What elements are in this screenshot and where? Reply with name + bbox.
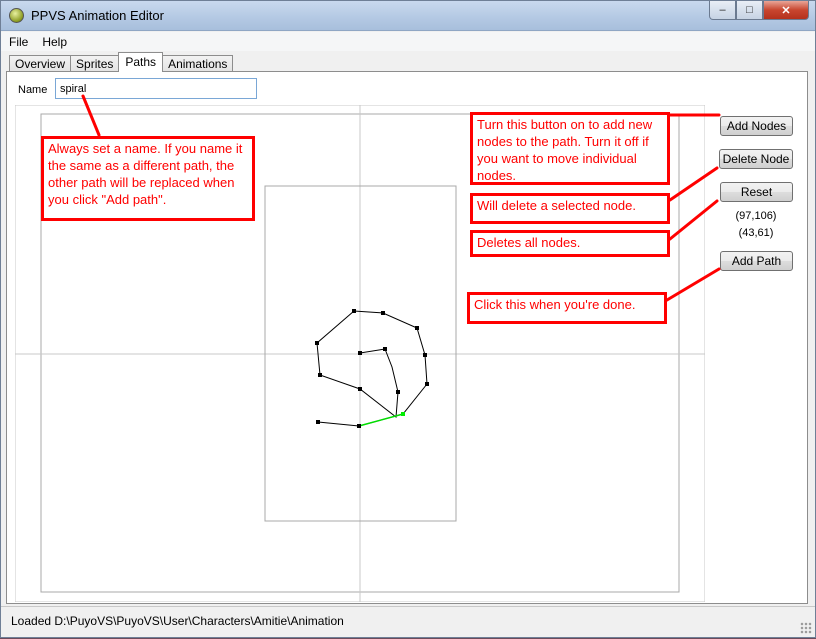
add-path-button[interactable]: Add Path (720, 251, 793, 271)
window-controls: – □ ✕ (709, 1, 809, 21)
tab-overview[interactable]: Overview (9, 55, 72, 72)
delete-node-button[interactable]: Delete Node (719, 149, 793, 169)
maximize-button[interactable]: □ (736, 1, 763, 20)
annotation-name: Always set a name. If you name it the sa… (41, 136, 255, 221)
annotation-add-path-text: Click this when you're done. (470, 295, 664, 321)
annotation-name-text: Always set a name. If you name it the sa… (44, 139, 252, 218)
menu-bar: File Help (1, 32, 815, 51)
coordinate-readout-1: (97,106) (735, 210, 777, 222)
app-icon (9, 8, 24, 23)
annotation-reset: Deletes all nodes. (470, 230, 670, 257)
tab-paths[interactable]: Paths (118, 52, 164, 72)
menu-help[interactable]: Help (42, 35, 67, 49)
path-node[interactable] (381, 311, 385, 315)
title-bar[interactable]: PPVS Animation Editor – □ ✕ (1, 1, 815, 31)
annotation-add-nodes: Turn this button on to add new nodes to … (470, 112, 670, 185)
path-node[interactable] (358, 351, 362, 355)
path-node[interactable] (425, 382, 429, 386)
tab-animations[interactable]: Animations (162, 55, 234, 72)
path-name-input[interactable] (55, 78, 257, 99)
minimize-button[interactable]: – (709, 1, 736, 20)
annotation-add-nodes-text: Turn this button on to add new nodes to … (473, 115, 667, 183)
annotation-delete-node-text: Will delete a selected node. (473, 196, 667, 221)
annotation-add-path: Click this when you're done. (467, 292, 667, 324)
status-bar: Loaded D:\PuyoVS\PuyoVS\User\Characters\… (1, 606, 815, 637)
app-window: PPVS Animation Editor – □ ✕ File Help Ov… (0, 0, 816, 638)
path-node[interactable] (357, 424, 361, 428)
path-node[interactable] (315, 341, 319, 345)
status-text: Loaded D:\PuyoVS\PuyoVS\User\Characters\… (11, 614, 344, 628)
coordinate-readout-2: (43,61) (738, 227, 774, 239)
path-node[interactable] (316, 420, 320, 424)
close-button[interactable]: ✕ (763, 1, 809, 20)
reset-button[interactable]: Reset (720, 182, 793, 202)
add-nodes-button[interactable]: Add Nodes (720, 116, 793, 136)
window-title: PPVS Animation Editor (31, 8, 164, 23)
resize-grip-icon[interactable] (800, 622, 812, 634)
tab-sprites[interactable]: Sprites (70, 55, 120, 72)
path-node[interactable] (415, 326, 419, 330)
path-node[interactable] (396, 390, 400, 394)
annotation-reset-text: Deletes all nodes. (473, 233, 667, 254)
selected-node[interactable] (401, 412, 405, 416)
name-label: Name (18, 84, 48, 96)
path-node[interactable] (383, 347, 387, 351)
path-node[interactable] (423, 353, 427, 357)
annotation-delete-node: Will delete a selected node. (470, 193, 670, 224)
path-node[interactable] (352, 309, 356, 313)
menu-file[interactable]: File (9, 35, 28, 49)
path-node[interactable] (318, 373, 322, 377)
tab-strip: Overview Sprites Paths Animations (9, 52, 234, 72)
path-node[interactable] (358, 387, 362, 391)
